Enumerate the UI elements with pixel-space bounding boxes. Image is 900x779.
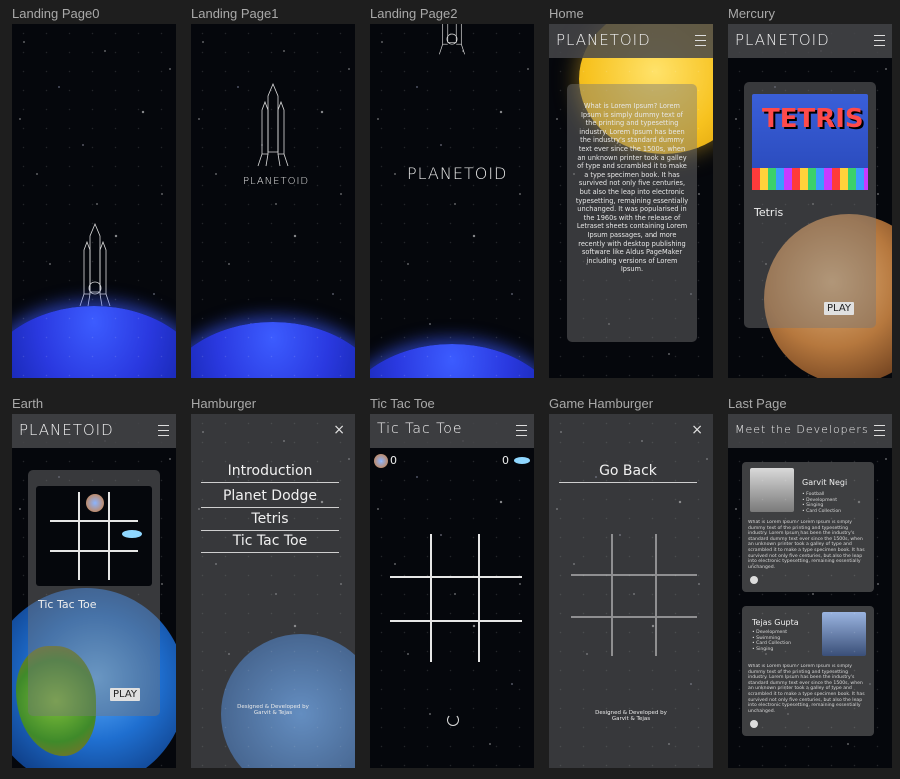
- ufo-piece-icon: [122, 530, 142, 538]
- frame-title-landing2[interactable]: Landing Page2: [370, 6, 457, 21]
- frame-title-landing1[interactable]: Landing Page1: [191, 6, 278, 21]
- avatar: [822, 612, 866, 656]
- hamburger-icon[interactable]: [695, 35, 706, 46]
- app-logo: PLANETOID: [243, 176, 310, 187]
- close-icon[interactable]: ×: [691, 422, 703, 438]
- menu-item-tic-tac-toe[interactable]: Tic Tac Toe: [201, 530, 339, 553]
- tetris-blocks: [752, 168, 868, 190]
- player-earth-icon: [374, 454, 388, 468]
- frame-title-game-hamburger[interactable]: Game Hamburger: [549, 396, 653, 411]
- developer-card-2: Tejas Gupta • Development • Swimming • Ca…: [742, 606, 874, 736]
- menu-item-go-back[interactable]: Go Back: [559, 460, 697, 483]
- frame-title-tictactoe[interactable]: Tic Tac Toe: [370, 396, 435, 411]
- menu-item-tetris[interactable]: Tetris: [201, 508, 339, 531]
- frame-hamburger: × Introduction Planet Dodge Tetris Tic T…: [191, 414, 355, 768]
- header: PLANETOID: [728, 24, 892, 58]
- hamburger-icon[interactable]: [874, 35, 885, 46]
- github-icon[interactable]: [750, 720, 758, 728]
- header: Meet the Developers: [728, 414, 892, 448]
- ttt-board[interactable]: [390, 534, 522, 662]
- tetris-thumbnail: TETRIS: [752, 94, 868, 190]
- app-logo: PLANETOID: [556, 31, 651, 49]
- app-logo: PLANETOID: [407, 164, 508, 183]
- rocket-icon: [257, 82, 289, 167]
- app-logo: PLANETOID: [735, 31, 830, 49]
- page-title: Tic Tac Toe: [377, 421, 463, 437]
- developer-name: Tejas Gupta: [752, 618, 799, 627]
- frame-title-landing0[interactable]: Landing Page0: [12, 6, 99, 21]
- header: PLANETOID: [12, 414, 176, 448]
- play-button[interactable]: PLAY: [110, 688, 141, 701]
- intro-text: What is Lorem Ipsum? Lorem Ipsum is simp…: [575, 102, 689, 274]
- developer-bio: What is Lorem Ipsum? Lorem Ipsum is simp…: [748, 520, 865, 570]
- skills-list: • Development • Swimming • Card Collectio…: [752, 630, 792, 652]
- frame-earth: PLANETOID Tic Tac Toe PLAY: [12, 414, 176, 768]
- player-ufo-icon: [514, 457, 530, 464]
- frame-title-home[interactable]: Home: [549, 6, 584, 21]
- frame-title-hamburger[interactable]: Hamburger: [191, 396, 256, 411]
- restart-icon[interactable]: [447, 714, 459, 726]
- frame-title-mercury[interactable]: Mercury: [728, 6, 775, 21]
- skills-list: • Football • Development • Singing • Card …: [802, 492, 842, 514]
- close-icon[interactable]: ×: [333, 422, 345, 438]
- blue-planet: [12, 306, 176, 378]
- ttt-thumbnail: [36, 486, 152, 586]
- menu-item-introduction[interactable]: Introduction: [201, 460, 339, 483]
- github-icon[interactable]: [750, 576, 758, 584]
- footer-credit: Designed & Developed by Garvit & Tejas: [595, 710, 667, 722]
- developer-name: Garvit Negi: [802, 478, 848, 487]
- rocket-icon: [438, 24, 466, 55]
- blue-planet: [191, 322, 355, 378]
- game-name: Tic Tac Toe: [38, 598, 97, 611]
- app-logo: PLANETOID: [19, 421, 114, 439]
- game-name: Tetris: [754, 206, 784, 219]
- frame-landing-page1: PLANETOID: [191, 24, 355, 378]
- page-title: Meet the Developers: [735, 423, 869, 436]
- frame-title-last-page[interactable]: Last Page: [728, 396, 787, 411]
- avatar: [750, 468, 794, 512]
- frame-last-page: Meet the Developers Garvit Negi • Footba…: [728, 414, 892, 768]
- hamburger-icon[interactable]: [874, 425, 885, 436]
- rocket-icon: [79, 222, 111, 307]
- developer-card-1: Garvit Negi • Football • Development • Si…: [742, 462, 874, 592]
- blue-planet: [370, 344, 534, 378]
- footer-credit: Designed & Developed by Garvit & Tejas: [237, 704, 309, 716]
- tetris-logo: TETRIS: [762, 104, 864, 134]
- frame-mercury: PLANETOID TETRIS Tetris PLAY: [728, 24, 892, 378]
- intro-card: What is Lorem Ipsum? Lorem Ipsum is simp…: [567, 84, 697, 342]
- earth-piece-icon: [86, 494, 104, 512]
- header: PLANETOID: [549, 24, 713, 58]
- game-card: TETRIS Tetris: [744, 82, 876, 328]
- score-left: 0: [390, 454, 397, 467]
- developer-bio: What is Lorem Ipsum? Lorem Ipsum is simp…: [748, 664, 865, 714]
- menu-item-planet-dodge[interactable]: Planet Dodge: [201, 485, 339, 508]
- game-card: Tic Tac Toe: [28, 470, 160, 716]
- score-right: 0: [502, 454, 509, 467]
- frame-landing-page2: PLANETOID: [370, 24, 534, 378]
- hamburger-icon[interactable]: [516, 425, 527, 436]
- frame-tic-tac-toe: Tic Tac Toe 0 0: [370, 414, 534, 768]
- play-button[interactable]: PLAY: [824, 302, 855, 315]
- frame-landing-page0: [12, 24, 176, 378]
- frame-title-earth[interactable]: Earth: [12, 396, 43, 411]
- frame-home: PLANETOID What is Lorem Ipsum? Lorem Ips…: [549, 24, 713, 378]
- header: Tic Tac Toe: [370, 414, 534, 448]
- hamburger-icon[interactable]: [158, 425, 169, 436]
- frame-game-hamburger: × Go Back Designed & Developed by Garvit…: [549, 414, 713, 768]
